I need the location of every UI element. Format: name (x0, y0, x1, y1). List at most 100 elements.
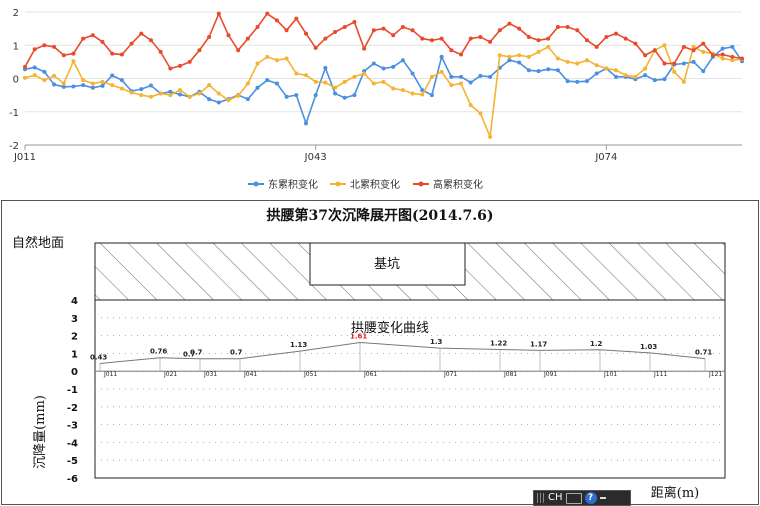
data-point (391, 64, 396, 69)
data-point (672, 61, 677, 66)
point-id-label: J011 (103, 371, 117, 378)
legend-item[interactable]: 高累积变化 (413, 178, 483, 191)
data-point (100, 79, 105, 84)
x-tick-label: J074 (594, 152, 617, 163)
point-id-label: J031 (203, 371, 217, 378)
data-point (236, 48, 241, 53)
data-point (139, 87, 144, 92)
profile-y-axis-label: 沉降量(mm) (33, 395, 48, 469)
y-tick-label: 4 (71, 296, 78, 307)
point-id-label: J101 (603, 371, 617, 378)
data-point (720, 46, 725, 51)
data-point (81, 78, 86, 83)
data-point (517, 60, 522, 65)
ime-language-indicator[interactable]: CH (548, 491, 563, 505)
value-label: 0.7 (230, 349, 243, 357)
data-point (216, 100, 221, 105)
data-point (294, 71, 299, 76)
data-point (536, 49, 541, 54)
data-point (701, 41, 706, 46)
data-point (207, 97, 212, 102)
legend-swatch-dot (253, 181, 259, 187)
point-id-label: J041 (243, 371, 257, 378)
profile-chart-y-tick-labels: 4 3 2 1 0 -1 -2 -3 -4 -5 -6 (67, 296, 78, 485)
data-point (207, 83, 212, 88)
data-point (148, 94, 153, 99)
value-label: 1.3 (430, 338, 443, 346)
data-point (119, 86, 124, 91)
data-point (371, 61, 376, 66)
data-point (643, 53, 648, 58)
top-chart-y-tick-labels: 2 1 0 -1 -2 (9, 8, 19, 152)
legend-label: 北累积变化 (350, 178, 400, 191)
data-point (323, 80, 328, 85)
data-point (633, 41, 638, 46)
legend-item[interactable]: 东累积变化 (248, 178, 318, 191)
data-point (52, 73, 57, 78)
data-point (197, 91, 202, 96)
data-point (303, 73, 308, 78)
data-point (323, 65, 328, 70)
top-chart-x-tick-labels: J011J043J074J111 (13, 145, 617, 163)
data-point (710, 53, 715, 58)
data-point (429, 38, 434, 43)
help-icon[interactable]: ? (584, 492, 597, 504)
legend-item[interactable]: 北累积变化 (330, 178, 400, 191)
data-point (391, 86, 396, 91)
data-point (61, 53, 66, 58)
data-point (207, 34, 212, 39)
data-point (178, 88, 183, 93)
data-point (681, 61, 686, 66)
data-point (604, 34, 609, 39)
top-chart-legend[interactable]: 东累积变化 北累积变化 高累积变化 (248, 178, 483, 191)
data-point (32, 47, 37, 52)
y-tick-label: 0 (71, 367, 78, 378)
ime-toolbar[interactable]: CH ? (533, 490, 631, 506)
data-point (497, 53, 502, 58)
data-point (168, 93, 173, 98)
data-point (439, 54, 444, 59)
data-point (517, 53, 522, 58)
data-point (303, 121, 308, 126)
data-point (71, 84, 76, 89)
legend-swatch-dot (418, 181, 424, 187)
data-point (526, 68, 531, 73)
data-point (662, 43, 667, 48)
data-point (526, 34, 531, 39)
y-tick-label: 2 (71, 332, 78, 343)
data-point (52, 44, 57, 49)
value-label: 1.03 (640, 343, 657, 351)
data-point (23, 75, 27, 80)
data-point (265, 78, 270, 83)
data-point (730, 54, 735, 59)
data-point (284, 56, 289, 61)
data-point (507, 54, 512, 59)
data-point (245, 81, 250, 86)
data-point (303, 31, 308, 36)
minimize-icon[interactable] (599, 497, 606, 499)
data-point (110, 83, 115, 88)
data-point (478, 34, 483, 39)
grip-icon[interactable] (537, 493, 545, 503)
data-point (410, 71, 415, 76)
data-point (575, 28, 580, 33)
data-point (226, 33, 231, 38)
data-point (730, 44, 735, 49)
y-tick-label: -6 (67, 474, 78, 485)
data-point (429, 74, 434, 79)
keyboard-icon[interactable] (565, 492, 582, 504)
ground-label: 自然地面 (12, 235, 64, 251)
data-point (720, 52, 725, 57)
data-point (81, 83, 86, 88)
data-point (284, 28, 289, 33)
data-point (614, 74, 619, 79)
y-tick-label: -2 (9, 141, 19, 152)
y-tick-label: -1 (9, 108, 19, 119)
data-point (536, 69, 541, 74)
y-tick-label: -5 (67, 456, 78, 467)
data-point (555, 56, 560, 61)
data-point (420, 36, 425, 41)
x-tick-label: J043 (304, 152, 327, 163)
y-tick-label: 3 (71, 314, 78, 325)
data-point (584, 79, 589, 84)
